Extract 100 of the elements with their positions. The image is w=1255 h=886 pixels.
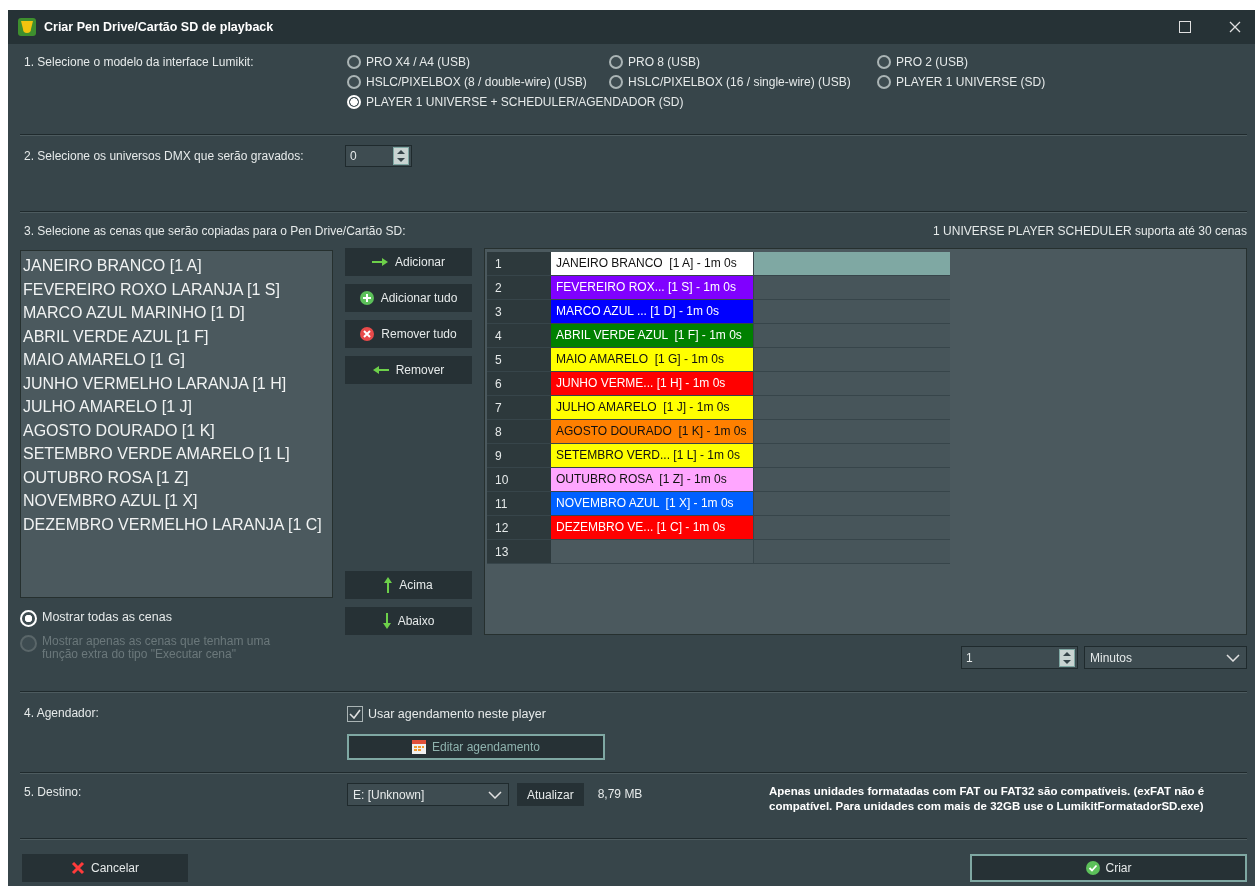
row-number: 5 [487,348,551,371]
table-cell[interactable]: JUNHO VERME... [1 H] - 1m 0s [551,372,754,395]
table-cell[interactable] [754,444,950,467]
create-button[interactable]: Criar [970,854,1247,882]
list-item[interactable]: SETEMBRO VERDE AMARELO [1 L] [23,442,330,466]
unit-dropdown[interactable]: Minutos [1084,646,1247,669]
list-item[interactable]: JUNHO VERMELHO LARANJA [1 H] [23,371,330,395]
row-number: 8 [487,420,551,443]
edit-schedule-button[interactable]: Editar agendamento [347,734,605,760]
arrow-down-icon [382,613,391,629]
list-item[interactable]: JULHO AMARELO [1 J] [23,395,330,419]
row-number: 4 [487,324,551,347]
action-button[interactable]: Acima [345,571,472,599]
table-cell[interactable]: NOVEMBRO AZUL [1 X] - 1m 0s [551,492,754,515]
radio-button[interactable]: HSLC/PIXELBOX (8 / double-wire) (USB) [347,75,609,89]
list-item[interactable]: MAIO AMARELO [1 G] [23,348,330,372]
refresh-button[interactable]: Atualizar [517,783,584,806]
action-button[interactable]: Adicionar [345,248,472,276]
chevron-down-icon [488,790,502,799]
row-number: 13 [487,540,551,563]
table-cell[interactable] [754,420,950,443]
spinner-arrows-icon [393,147,409,165]
row-number: 12 [487,516,551,539]
row-number: 6 [487,372,551,395]
table-cell[interactable] [754,300,950,323]
row-number: 3 [487,300,551,323]
row-number: 7 [487,396,551,419]
list-item[interactable]: MARCO AZUL MARINHO [1 D] [23,301,330,325]
table-cell[interactable]: MARCO AZUL ... [1 D] - 1m 0s [551,300,754,323]
table-cell[interactable] [754,324,950,347]
list-item[interactable]: ABRIL VERDE AZUL [1 F] [23,324,330,348]
section-label: 3. Selecione as cenas que serão copiadas para o Pen Drive/Cartão SD: [23,224,406,238]
table-cell[interactable]: DEZEMBRO VE... [1 C] - 1m 0s [551,516,754,539]
plus-icon [359,291,374,305]
radio-button[interactable]: PLAYER 1 UNIVERSE (SD) [877,75,1177,89]
row-number: 11 [487,492,551,515]
table-cell[interactable]: JULHO AMARELO [1 J] - 1m 0s [551,396,754,419]
row-number: 9 [487,444,551,467]
table-cell[interactable]: ABRIL VERDE AZUL [1 F] - 1m 0s [551,324,754,347]
table-cell[interactable] [754,348,950,371]
radio-button[interactable]: Mostrar todas as cenas [20,610,333,627]
drive-size: 8,79 MB [597,786,643,801]
table-cell[interactable] [754,516,950,539]
calendar-icon [411,740,426,754]
table-cell[interactable]: MAIO AMARELO [1 G] - 1m 0s [551,348,754,371]
row-number: 10 [487,468,551,491]
check-icon [349,709,361,719]
checkbox[interactable] [347,706,363,722]
table-cell[interactable]: SETEMBRO VERD... [1 L] - 1m 0s [551,444,754,467]
list-item[interactable]: DEZEMBRO VERMELHO LARANJA [1 C] [23,512,330,536]
action-button[interactable]: Abaixo [345,607,472,635]
clear-icon [360,327,375,341]
arrow-up-icon [384,577,393,593]
radio-button[interactable]: PRO X4 / A4 (USB) [347,55,609,69]
table-cell[interactable]: OUTUBRO ROSA [1 Z] - 1m 0s [551,468,754,491]
list-item[interactable]: FEVEREIRO ROXO LARANJA [1 S] [23,277,330,301]
number-spinner[interactable]: 0 [345,145,412,167]
table-cell[interactable]: JANEIRO BRANCO [1 A] - 1m 0s [551,252,754,275]
action-button[interactable]: Remover tudo [345,320,472,348]
chevron-down-icon [1226,653,1240,662]
table-cell[interactable] [754,540,950,563]
spinner-arrows-icon [1059,648,1075,667]
radio-button[interactable]: PLAYER 1 UNIVERSE + SCHEDULER/AGENDADOR (SD) [347,95,1177,109]
list-item[interactable]: NOVEMBRO AZUL [1 X] [23,489,330,513]
table-cell[interactable] [754,372,950,395]
checkbox-label[interactable]: Usar agendamento neste player [368,707,546,721]
x-icon [71,861,85,875]
action-button[interactable]: Remover [345,356,472,384]
row-number: 2 [487,276,551,299]
section-label: 1. Selecione o modelo da interface Lumikit: [23,55,255,69]
list-item[interactable]: AGOSTO DOURADO [1 K] [23,418,330,442]
window-title: Criar Pen Drive/Cartão SD de playback [44,20,274,34]
drive-dropdown[interactable]: E: [Unknown] [347,783,509,806]
action-button[interactable]: Adicionar tudo [345,284,472,312]
check-circle-icon [1085,861,1100,875]
table-cell[interactable] [754,252,950,275]
arrow-left-icon [372,366,389,374]
radio-button[interactable]: PRO 2 (USB) [877,55,1177,69]
lamp-icon [18,18,36,36]
table-cell[interactable] [754,396,950,419]
table-cell[interactable] [754,492,950,515]
radio-button[interactable]: PRO 8 (USB) [609,55,877,69]
section-label: 2. Selecione os universos DMX que serão gravados: [23,148,305,163]
section-label: 4. Agendador: [23,706,100,722]
scene-limit-note: 1 UNIVERSE PLAYER SCHEDULER suporta até 30 cenas [933,224,1247,238]
arrow-right-icon [372,258,388,266]
row-number: 1 [487,252,551,275]
number-spinner[interactable]: 1 [961,646,1078,669]
radio-button[interactable]: HSLC/PIXELBOX (16 / single-wire) (USB) [609,75,877,89]
section-label: 5. Destino: [23,784,83,799]
table-cell[interactable]: FEVEREIRO ROX... [1 S] - 1m 0s [551,276,754,299]
maximize-icon [1179,21,1191,33]
table-cell[interactable] [754,276,950,299]
close-icon [1229,21,1241,33]
list-item[interactable]: OUTUBRO ROSA [1 Z] [23,465,330,489]
format-note: Apenas unidades formatadas com FAT ou FAT32 são compatíveis. (exFAT não é compatível. Para unidades com mais de 32GB use o LumikitFormatadorSD.exe) [769,784,1206,814]
table-cell[interactable] [754,468,950,491]
table-cell[interactable]: AGOSTO DOURADO [1 K] - 1m 0s [551,420,754,443]
list-item[interactable]: JANEIRO BRANCO [1 A] [23,254,330,278]
cancel-button[interactable]: Cancelar [22,854,188,882]
